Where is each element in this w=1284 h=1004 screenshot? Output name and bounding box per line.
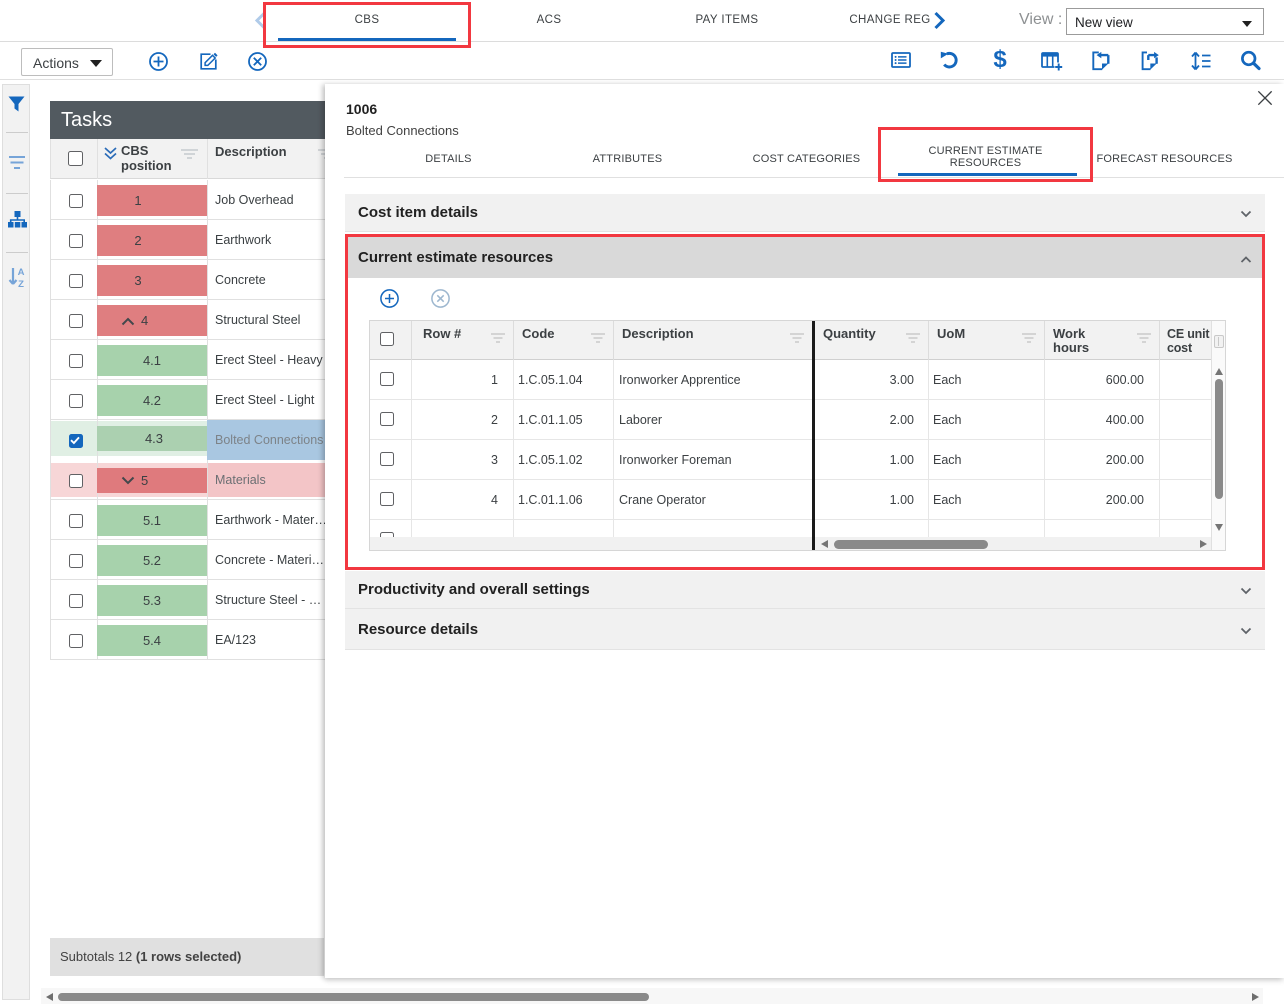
svg-text:A: A	[18, 267, 25, 278]
svg-text:Z: Z	[18, 279, 24, 288]
